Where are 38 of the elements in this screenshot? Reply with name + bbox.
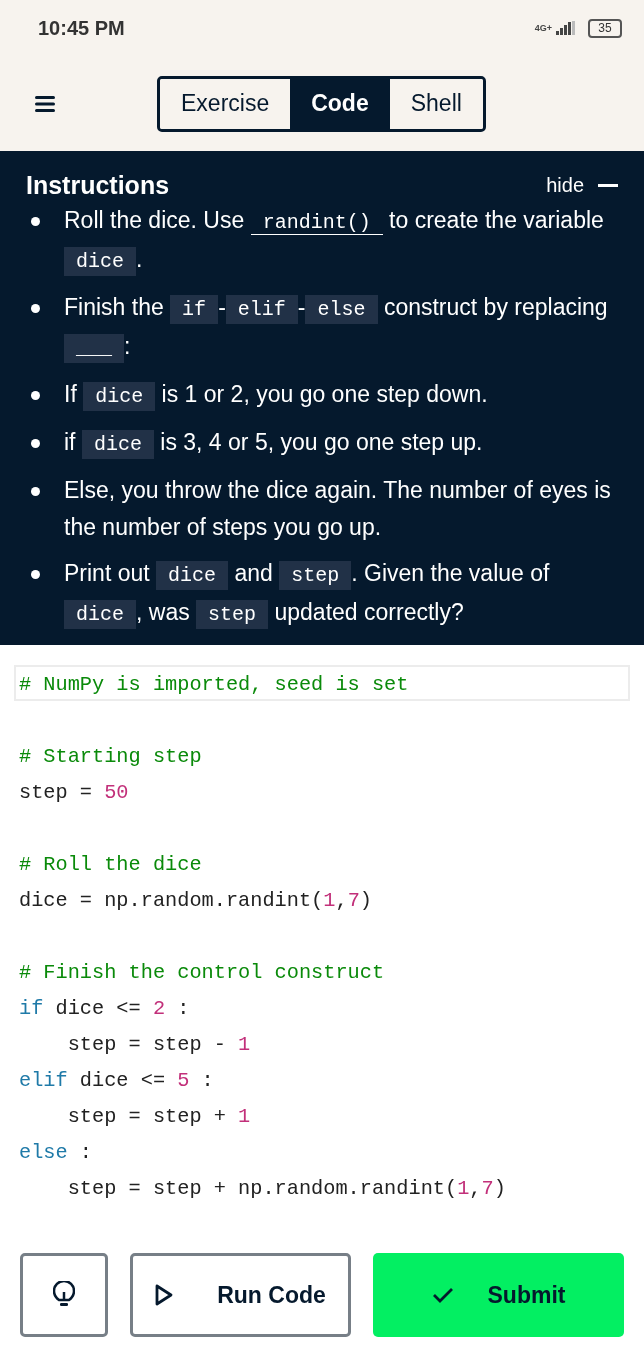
instruction-text: Finish the if - elif - else construct by replacing ___ : [64, 289, 618, 367]
code-line: # Finish the control construct [18, 960, 386, 986]
hint-button[interactable] [20, 1253, 108, 1337]
instruction-text: Roll the dice. Use randint() to create the variable dice . [64, 202, 618, 280]
instruction-text: If dice is 1 or 2, you go one step down. [64, 376, 488, 415]
bullet-icon [31, 217, 40, 226]
status-time: 10:45 PM [38, 16, 125, 40]
code-link[interactable]: randint() [250, 211, 383, 235]
instruction-text: if dice is 3, 4 or 5, you go one step up. [64, 424, 483, 463]
tab[interactable]: Code [290, 78, 390, 129]
code-line: elif dice <= 5 : [18, 1068, 215, 1094]
lightbulb-icon [53, 1281, 75, 1309]
menu-icon[interactable] [35, 94, 55, 113]
bullet-icon [31, 487, 40, 496]
checkmark-icon [431, 1286, 454, 1304]
battery-icon: 35 [588, 18, 622, 38]
code-line: # Roll the dice [18, 852, 203, 878]
code-line: else : [18, 1140, 94, 1166]
submit-button[interactable]: Submit [373, 1253, 624, 1337]
signal-icon [556, 21, 576, 35]
code-line: # Starting step [18, 744, 203, 770]
bullet-icon [31, 570, 40, 579]
hide-button[interactable]: hide [546, 174, 618, 197]
bullet-icon [31, 391, 40, 400]
run-code-button[interactable]: Run Code [130, 1253, 351, 1337]
code-line: if dice <= 2 : [18, 996, 191, 1022]
play-icon [155, 1284, 174, 1306]
instruction-text: Print out dice and step . Given the value of dice , was step updated correctly? [64, 555, 618, 633]
instructions-title: Instructions [26, 171, 170, 200]
code-line: step = step - 1 [66, 1032, 252, 1058]
code-line: dice = np.random.randint(1,7) [18, 888, 373, 914]
network-label: 4G+ [534, 23, 552, 33]
code-line: step = step + np.random.randint(1,7) [66, 1176, 507, 1202]
bullet-icon [31, 304, 40, 313]
bullet-icon [31, 439, 40, 448]
code-line: step = step + 1 [66, 1104, 252, 1130]
code-line: step = 50 [18, 780, 130, 806]
instruction-text: Else, you throw the dice again. The number of eyes is the number of steps you go up. [64, 476, 612, 542]
